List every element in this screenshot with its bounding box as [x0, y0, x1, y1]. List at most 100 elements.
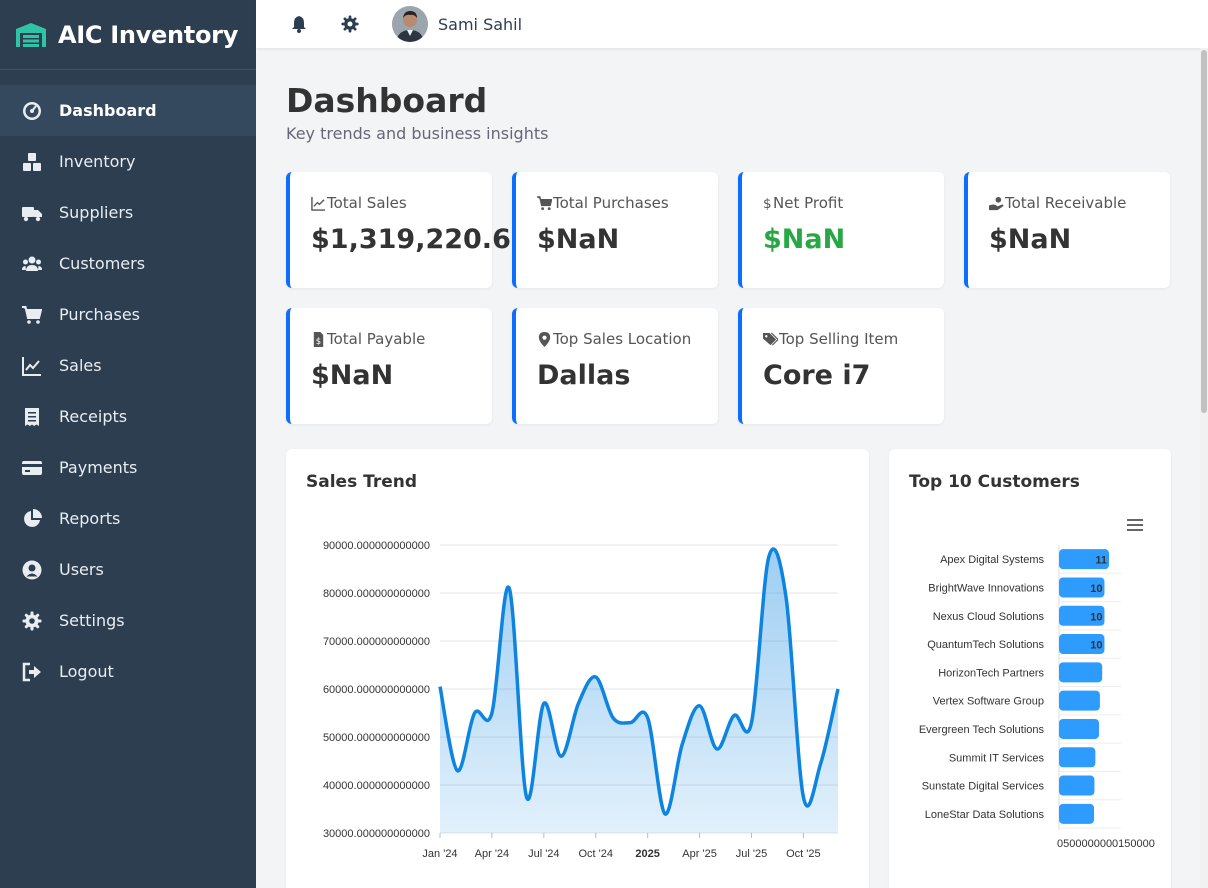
sales-trend-chart[interactable]: 90000.000000000000 80000.000000000000 7000…	[286, 449, 869, 879]
scrollbar-thumb[interactable]	[1201, 50, 1207, 413]
card-total-receivable: Total Receivable $NaN	[964, 172, 1170, 288]
card-value: Dallas	[537, 360, 631, 391]
bar-data-label: 10	[1090, 611, 1102, 623]
card-net-profit: $ Net Profit $NaN	[738, 172, 944, 288]
cart-icon	[22, 305, 42, 325]
sidebar: AIC Inventory Dashboard Inventory Suppli…	[0, 0, 256, 888]
invoice-icon: $	[313, 331, 324, 347]
boxes-icon	[22, 152, 42, 172]
tags-icon	[763, 332, 778, 346]
x-tick-label: Oct '24	[578, 848, 613, 860]
page-subtitle: Key trends and business insights	[286, 124, 549, 143]
customer-bar	[1059, 690, 1100, 711]
card-label: Top Sales Location	[553, 330, 692, 348]
user-circle-icon	[22, 560, 42, 580]
top-customers-chart[interactable]: Apex Digital Systems 11 BrightWave Innovat…	[889, 449, 1171, 879]
card-value: $NaN	[989, 224, 1072, 255]
category-label: LoneStar Data Solutions	[925, 809, 1045, 821]
chart-line-icon	[311, 196, 326, 211]
card-total-sales: Total Sales $1,319,220.63	[286, 172, 530, 288]
y-tick-label: 50000.000000000000	[323, 732, 430, 744]
dollar-icon: $	[763, 196, 772, 211]
customer-bar	[1059, 747, 1096, 768]
card-label: Net Profit	[773, 194, 844, 212]
customer-bar	[1059, 718, 1099, 739]
bell-icon[interactable]	[290, 15, 308, 33]
sidebar-item-label: Inventory	[59, 152, 136, 171]
sidebar-item-label: Sales	[59, 356, 102, 375]
category-label: HorizonTech Partners	[938, 667, 1044, 679]
page-title: Dashboard	[286, 81, 488, 120]
sidebar-item-label: Receipts	[59, 407, 128, 426]
sidebar-item-reports[interactable]: Reports	[0, 493, 256, 544]
main-content: Dashboard Key trends and business insigh…	[286, 48, 1171, 888]
sidebar-item-label: Settings	[59, 611, 125, 630]
sidebar-item-dashboard[interactable]: Dashboard	[0, 85, 256, 136]
card-label: Total Receivable	[1005, 194, 1127, 212]
sidebar-item-label: Suppliers	[59, 203, 134, 222]
category-label: QuantumTech Solutions	[927, 639, 1044, 651]
sidebar-item-customers[interactable]: Customers	[0, 238, 256, 289]
y-tick-label: 70000.000000000000	[323, 636, 430, 648]
sidebar-item-suppliers[interactable]: Suppliers	[0, 187, 256, 238]
app-title: AIC Inventory	[58, 20, 239, 49]
card-total-payable: $ Total Payable $NaN	[286, 308, 492, 424]
category-label: Summit IT Services	[949, 752, 1045, 764]
sidebar-nav: Dashboard Inventory Suppliers Customers …	[0, 85, 256, 697]
gear-icon	[22, 611, 42, 631]
card-value: Core i7	[763, 360, 871, 391]
sidebar-item-label: Users	[59, 560, 104, 579]
category-label: Nexus Cloud Solutions	[933, 611, 1045, 623]
sidebar-item-label: Logout	[59, 662, 114, 681]
x-tick-label: Apr '24	[475, 848, 510, 860]
avatar[interactable]	[392, 6, 428, 42]
y-tick-label: 40000.000000000000	[323, 780, 430, 792]
topbar: Sami Sahil	[256, 0, 1208, 48]
sales-area	[440, 548, 838, 833]
card-value: $NaN	[537, 224, 620, 255]
gear-icon[interactable]	[341, 15, 359, 33]
x-tick-label: Apr '25	[682, 848, 717, 860]
card-label: Total Purchases	[553, 194, 669, 212]
user-name[interactable]: Sami Sahil	[438, 15, 522, 34]
bar-data-label: 11	[1095, 555, 1107, 567]
chart-line-icon	[22, 356, 42, 376]
card-label: Total Payable	[327, 330, 426, 348]
x-tick-label: Oct '25	[786, 848, 821, 860]
sidebar-item-purchases[interactable]: Purchases	[0, 289, 256, 340]
sidebar-item-logout[interactable]: Logout	[0, 646, 256, 697]
sidebar-item-label: Customers	[59, 254, 146, 273]
sales-trend-panel: Sales Trend 90000.000000000000 80000.0000…	[286, 449, 869, 888]
card-top-selling-item: Top Selling Item Core i7	[738, 308, 944, 424]
y-tick-label: 60000.000000000000	[323, 684, 430, 696]
x-tick-label: Jul '24	[528, 848, 559, 860]
logout-icon	[22, 662, 42, 682]
sidebar-item-label: Purchases	[59, 305, 140, 324]
bar-data-label: 10	[1090, 583, 1102, 595]
brand[interactable]: AIC Inventory	[0, 0, 256, 70]
svg-text:$: $	[763, 196, 772, 211]
pie-chart-icon	[22, 508, 42, 529]
truck-icon	[22, 203, 42, 223]
y-tick-label: 80000.000000000000	[323, 588, 430, 600]
customer-bar	[1059, 803, 1094, 824]
sidebar-item-receipts[interactable]: Receipts	[0, 391, 256, 442]
card-top-sales-location: Top Sales Location Dallas	[512, 308, 718, 424]
sidebar-item-users[interactable]: Users	[0, 544, 256, 595]
card-label: Total Sales	[327, 194, 407, 212]
customer-bar	[1059, 775, 1095, 796]
sidebar-item-inventory[interactable]: Inventory	[0, 136, 256, 187]
card-total-purchases: Total Purchases $NaN	[512, 172, 718, 288]
category-label: BrightWave Innovations	[928, 582, 1044, 594]
x-tick-label: 2025	[635, 848, 659, 860]
gauge-icon	[22, 101, 42, 121]
customer-bar	[1059, 662, 1103, 683]
sidebar-item-sales[interactable]: Sales	[0, 340, 256, 391]
sidebar-item-label: Reports	[59, 509, 121, 528]
page-scrollbar[interactable]	[1200, 48, 1208, 888]
warehouse-icon	[16, 22, 46, 47]
sidebar-item-payments[interactable]: Payments	[0, 442, 256, 493]
sidebar-item-settings[interactable]: Settings	[0, 595, 256, 646]
sidebar-item-label: Payments	[59, 458, 138, 477]
x-tick-label: Jul '25	[736, 848, 767, 860]
